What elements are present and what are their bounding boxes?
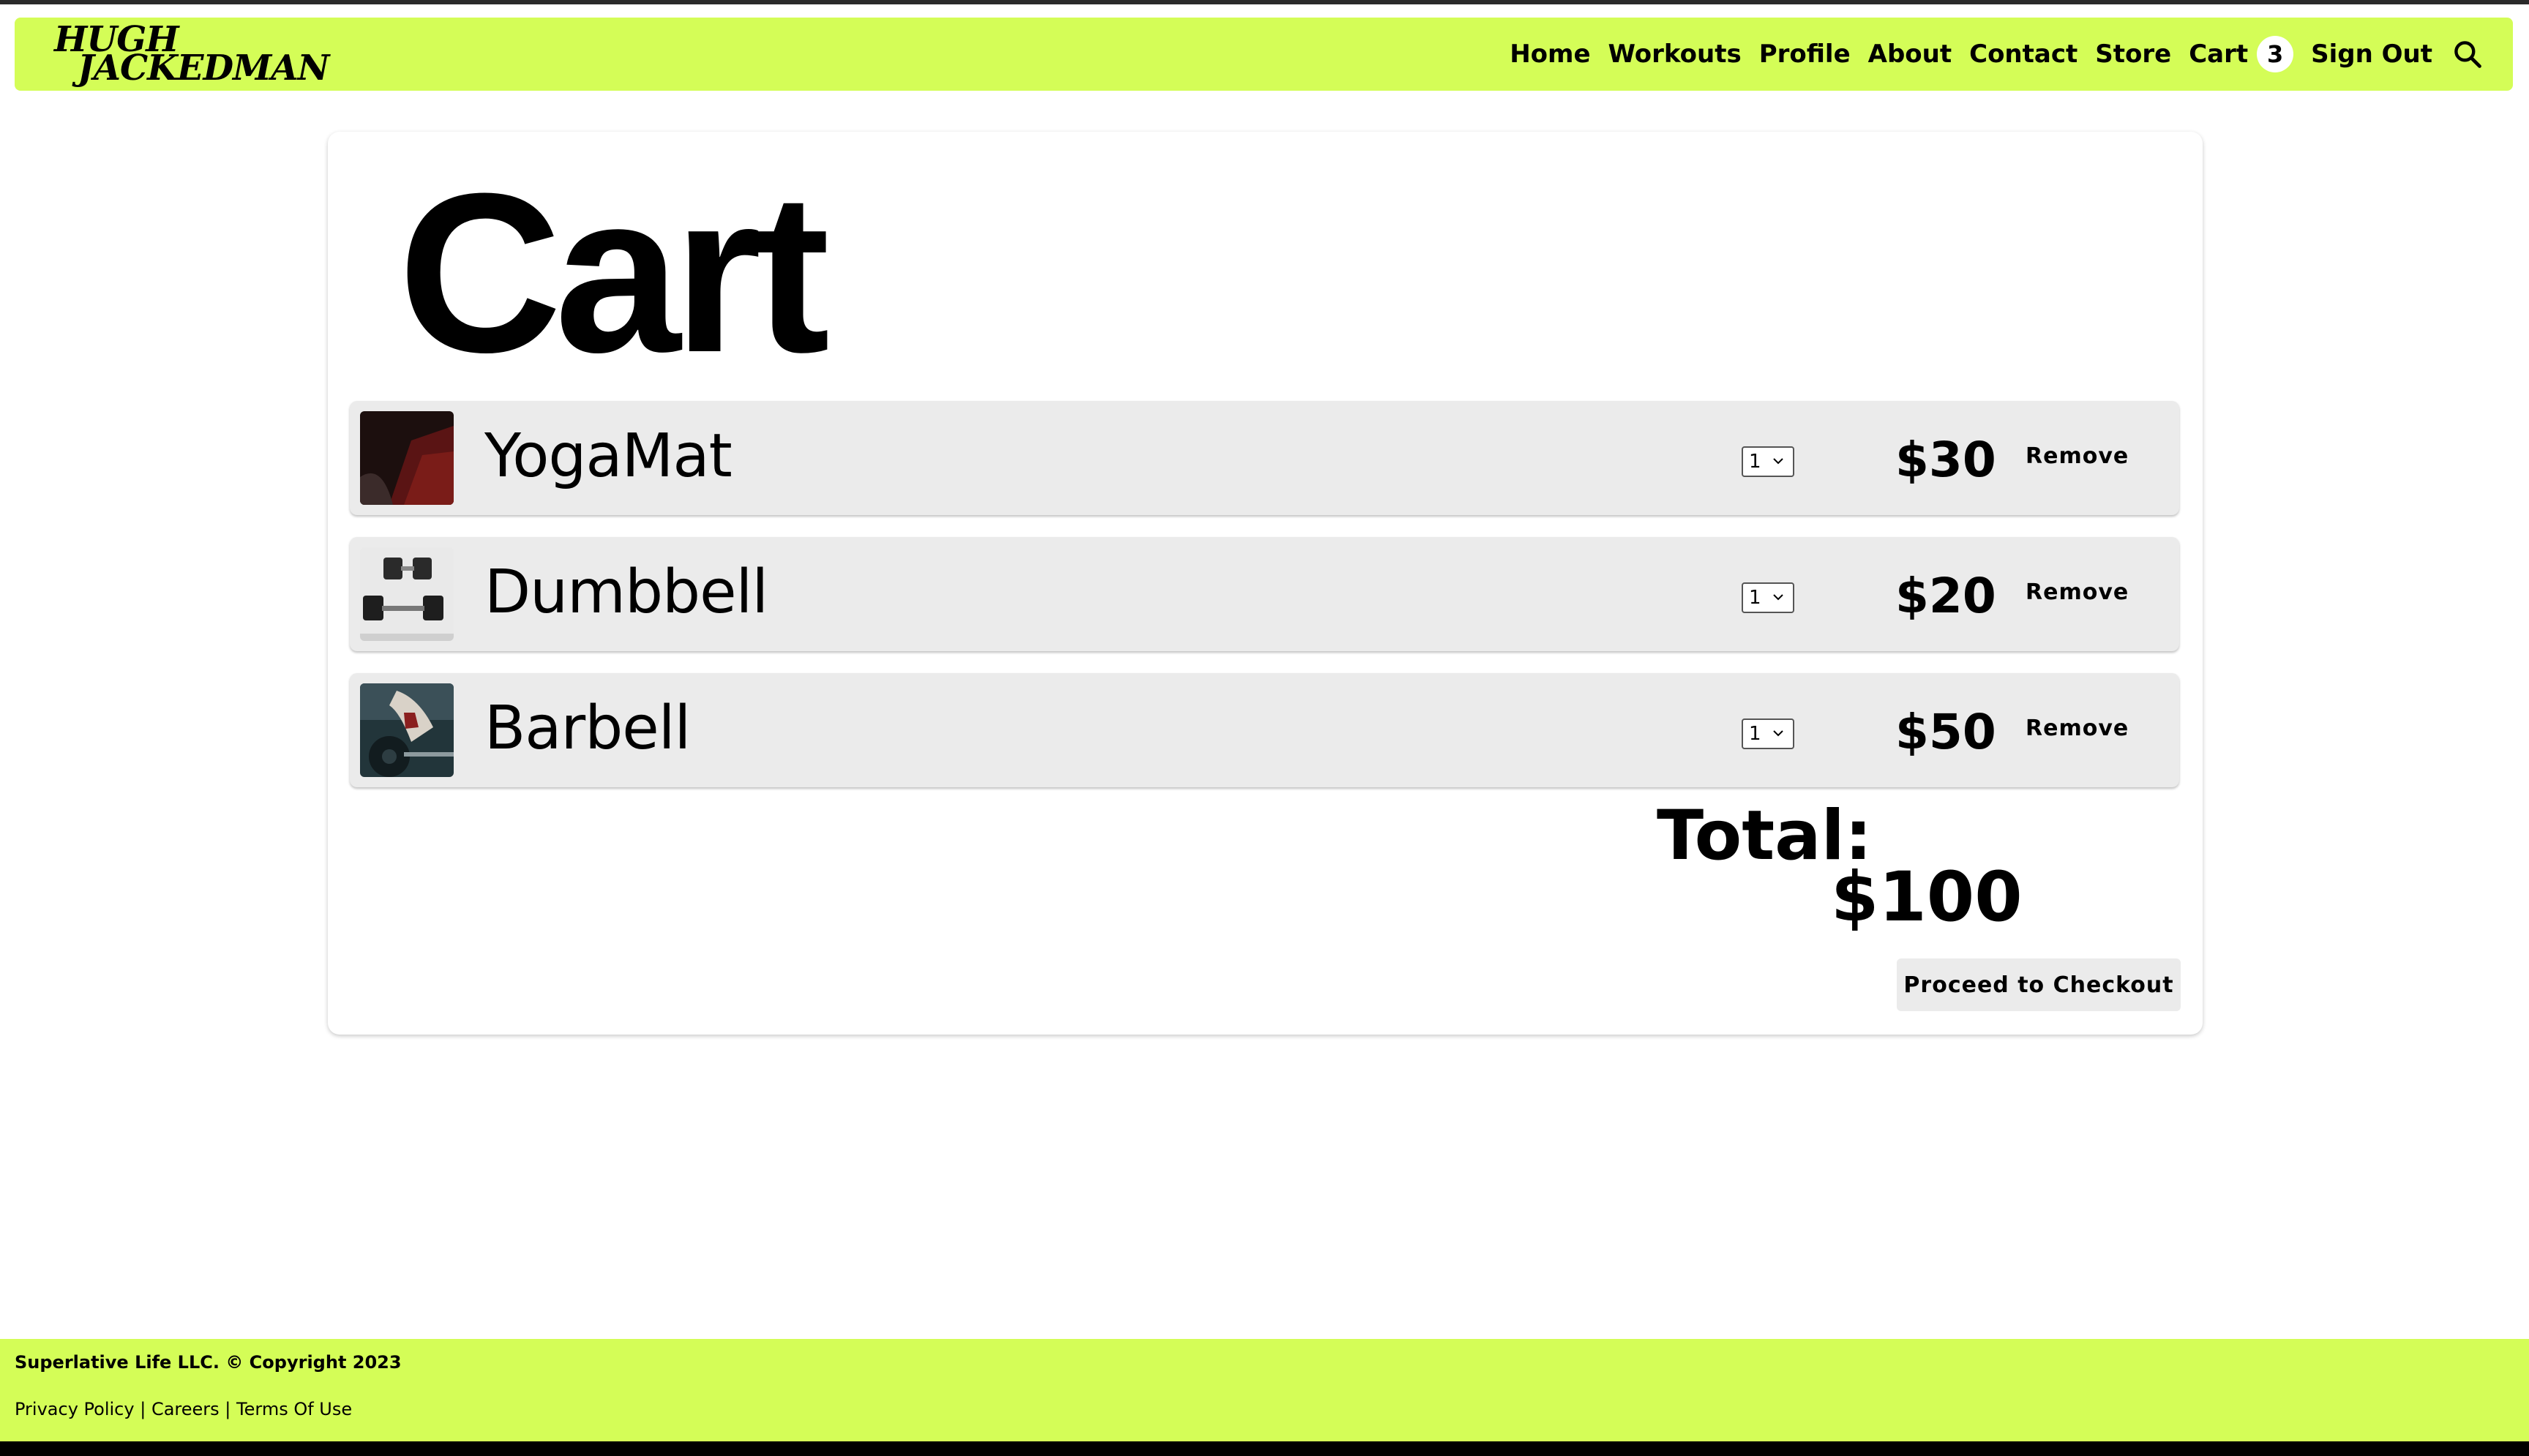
bottom-bar xyxy=(0,1441,2529,1456)
careers-link[interactable]: Careers xyxy=(151,1399,220,1419)
footer-links: Privacy Policy | Careers | Terms Of Use xyxy=(15,1399,352,1419)
cart-card: Cart YogaMat 1 $30 Remove Dumbbell 1 $20… xyxy=(328,132,2203,1035)
nav-contact[interactable]: Contact xyxy=(1969,40,2077,69)
nav-cart-label: Cart xyxy=(2189,40,2249,69)
privacy-policy-link[interactable]: Privacy Policy xyxy=(15,1399,135,1419)
brand-logo[interactable]: HUGH JACKEDMAN xyxy=(54,21,329,89)
cart-item-row: Dumbbell 1 $20 Remove xyxy=(350,537,2179,651)
chevron-down-icon xyxy=(1773,594,1783,601)
item-price: $20 xyxy=(1895,568,1996,624)
cart-count-badge: 3 xyxy=(2257,36,2294,72)
barbell-thumbnail xyxy=(360,683,454,777)
footer-separator: | xyxy=(225,1399,231,1419)
remove-button[interactable]: Remove xyxy=(2026,443,2129,469)
dumbbell-thumbnail xyxy=(360,547,454,641)
cart-item-row: Barbell 1 $50 Remove xyxy=(350,673,2179,787)
quantity-value: 1 xyxy=(1749,587,1761,609)
cart-item-row: YogaMat 1 $30 Remove xyxy=(350,401,2179,515)
navbar: HUGH JACKEDMAN Home Workouts Profile Abo… xyxy=(15,18,2513,91)
search-icon[interactable] xyxy=(2451,38,2484,70)
quantity-select[interactable]: 1 xyxy=(1742,446,1794,477)
checkout-button[interactable]: Proceed to Checkout xyxy=(1897,958,2181,1011)
quantity-value: 1 xyxy=(1749,723,1761,745)
nav-links: Home Workouts Profile About Contact Stor… xyxy=(1492,18,2484,91)
nav-sign-out[interactable]: Sign Out xyxy=(2311,40,2432,69)
yoga-mat-thumbnail xyxy=(360,411,454,505)
terms-of-use-link[interactable]: Terms Of Use xyxy=(236,1399,352,1419)
footer: Superlative Life LLC. © Copyright 2023 P… xyxy=(0,1339,2529,1441)
footer-copyright: Superlative Life LLC. © Copyright 2023 xyxy=(15,1352,402,1373)
nav-store[interactable]: Store xyxy=(2095,40,2171,69)
quantity-value: 1 xyxy=(1749,451,1761,473)
nav-cart[interactable]: Cart 3 xyxy=(2189,36,2294,72)
quantity-select[interactable]: 1 xyxy=(1742,718,1794,749)
brand-line-2: JACKEDMAN xyxy=(78,48,329,89)
item-price: $30 xyxy=(1895,432,1996,488)
item-name: Dumbbell xyxy=(484,558,768,627)
quantity-select[interactable]: 1 xyxy=(1742,582,1794,613)
footer-separator: | xyxy=(140,1399,146,1419)
nav-about[interactable]: About xyxy=(1868,40,1952,69)
nav-workouts[interactable]: Workouts xyxy=(1608,40,1742,69)
remove-button[interactable]: Remove xyxy=(2026,716,2129,741)
remove-button[interactable]: Remove xyxy=(2026,579,2129,605)
nav-home[interactable]: Home xyxy=(1510,40,1590,69)
chevron-down-icon xyxy=(1773,730,1783,737)
item-name: Barbell xyxy=(484,694,691,763)
top-border xyxy=(0,0,2529,4)
chevron-down-icon xyxy=(1773,458,1783,465)
page-title: Cart xyxy=(398,146,830,399)
item-name: YogaMat xyxy=(484,421,733,491)
total-value: $100 xyxy=(1831,858,2023,937)
item-price: $50 xyxy=(1895,704,1996,760)
nav-profile[interactable]: Profile xyxy=(1759,40,1851,69)
